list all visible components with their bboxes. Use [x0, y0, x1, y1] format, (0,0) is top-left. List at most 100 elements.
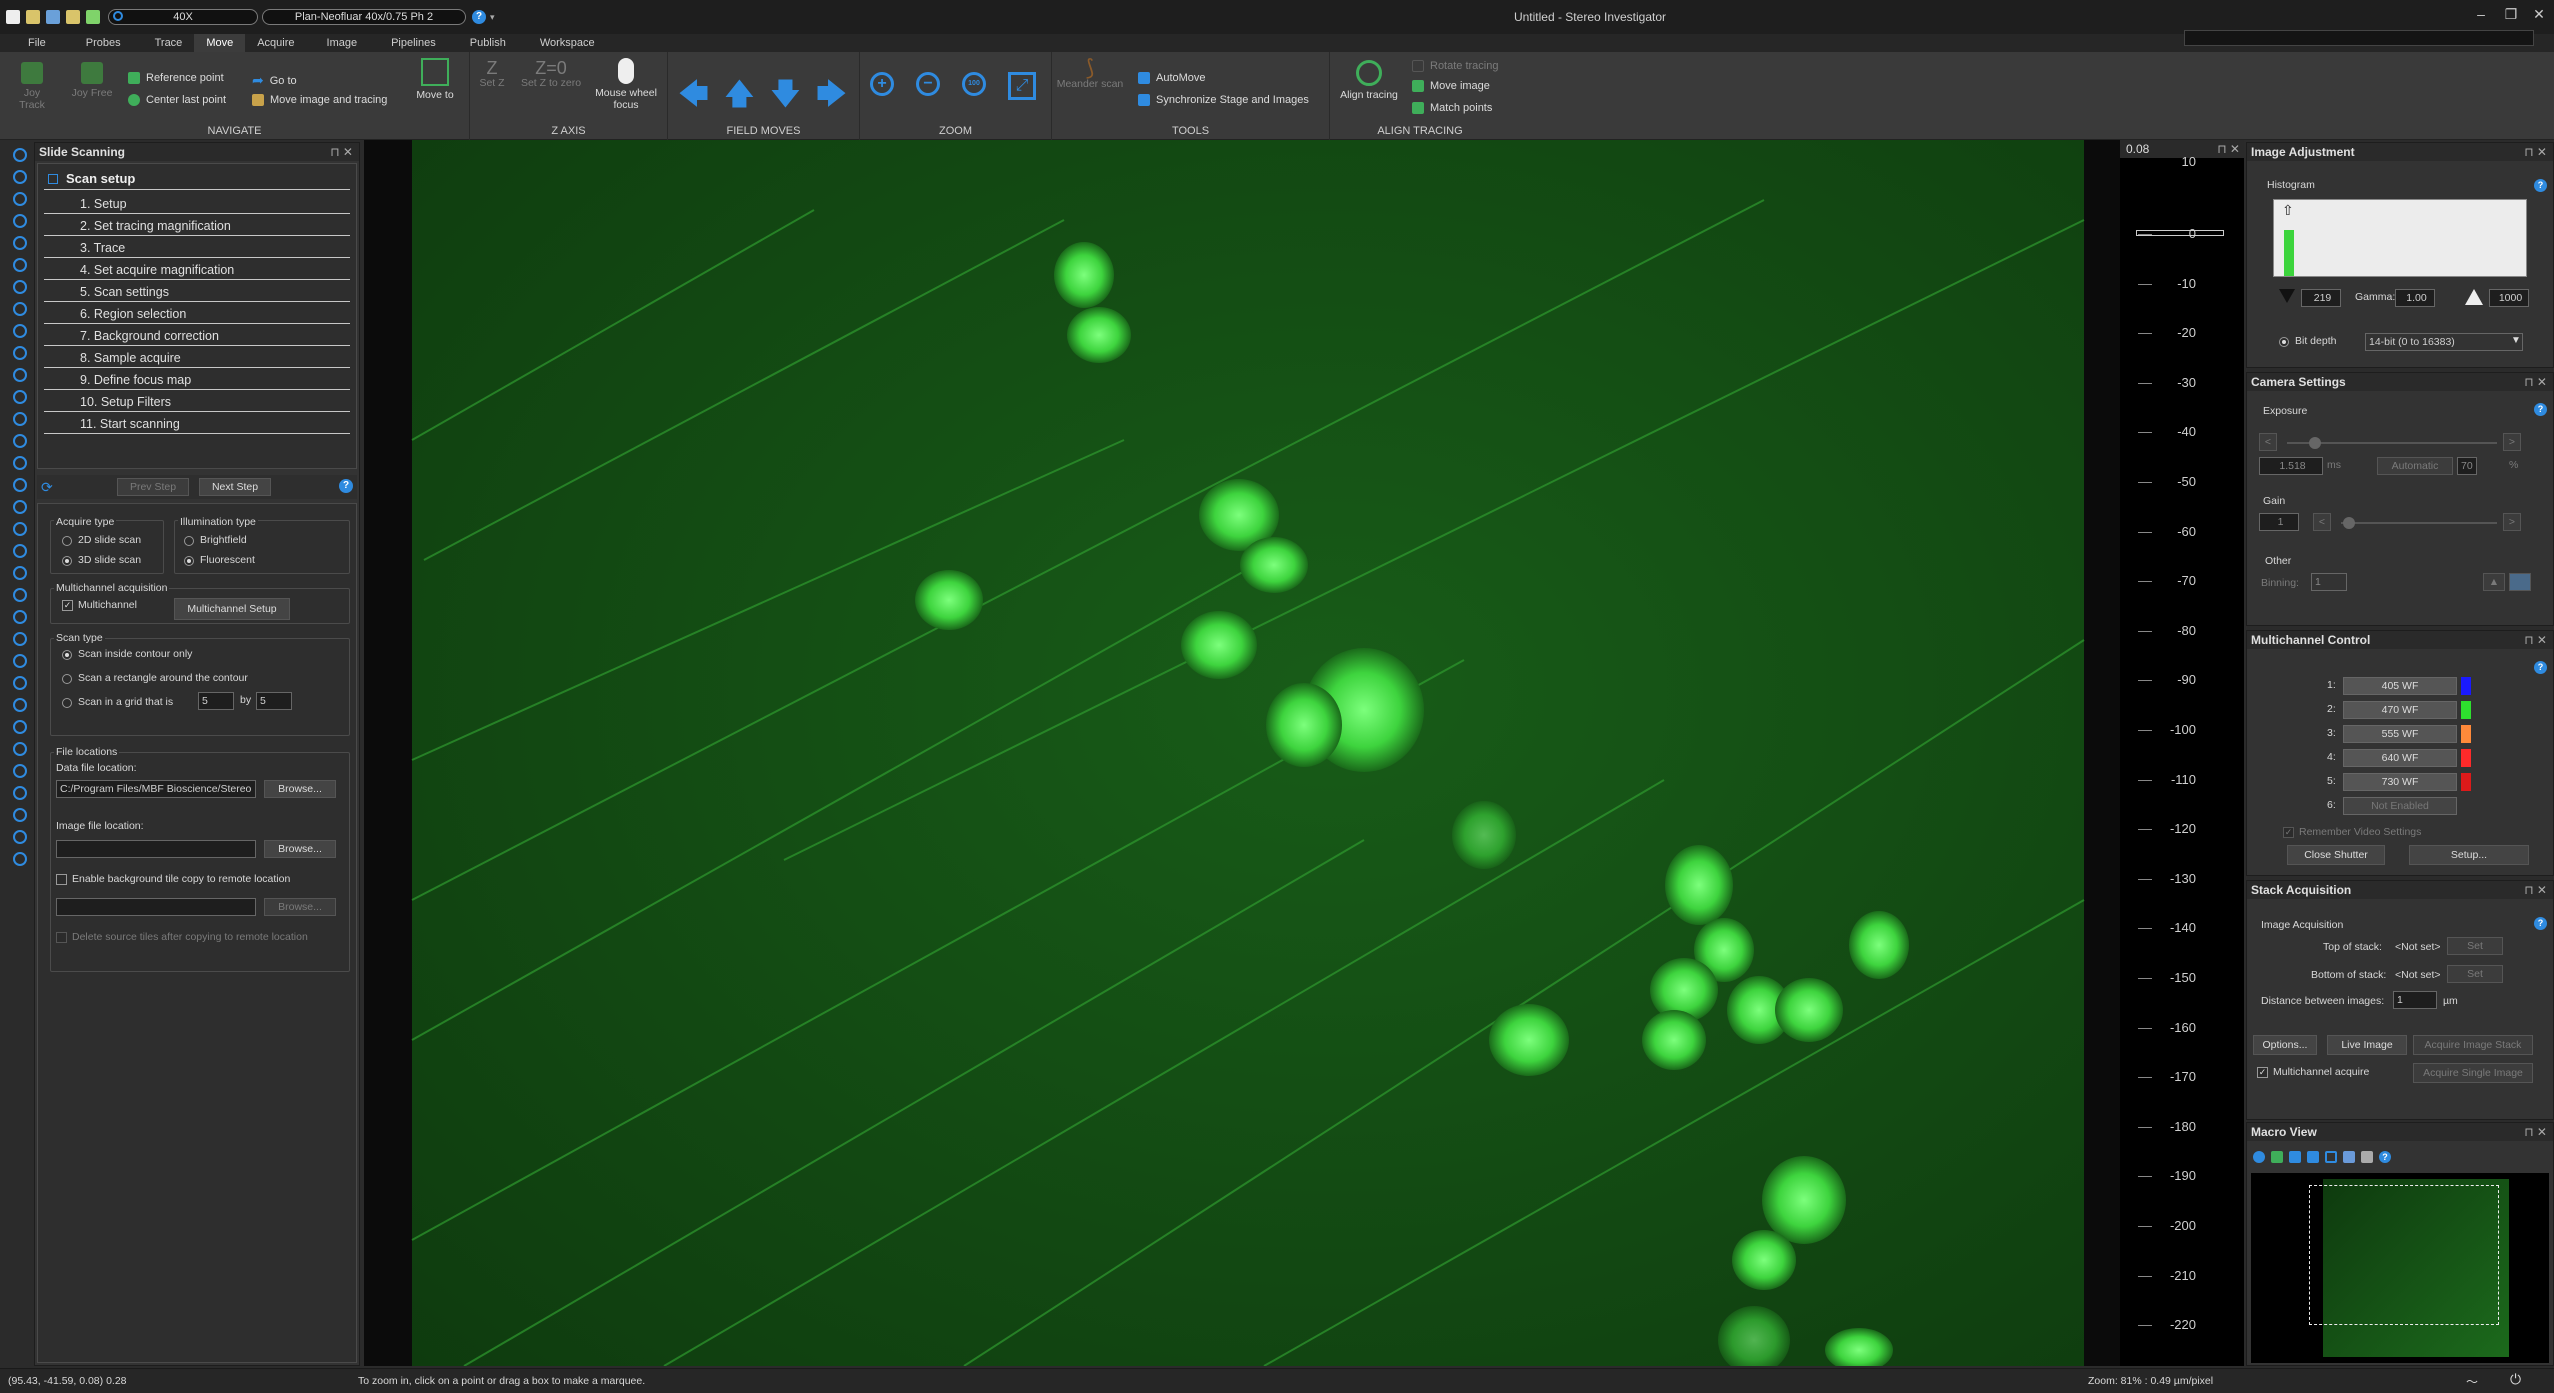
data-file-path-input[interactable]: C:/Program Files/MBF Bioscience/Stereo: [56, 780, 256, 798]
minimize-icon[interactable]: –: [2470, 6, 2492, 24]
data-browse-button[interactable]: Browse...: [264, 780, 336, 798]
scan-inside-radio[interactable]: [62, 650, 72, 660]
tool-number-1-icon[interactable]: [13, 390, 27, 404]
tool-triangle-icon[interactable]: [13, 236, 27, 250]
maximize-icon[interactable]: ❐: [2500, 6, 2522, 24]
tool-number-2-icon[interactable]: [13, 412, 27, 426]
camera-icon[interactable]: [86, 10, 100, 24]
exposure-decrease-button[interactable]: <: [2259, 433, 2277, 451]
tool-snowflake-icon[interactable]: [13, 654, 27, 668]
objective-select[interactable]: 40X: [108, 9, 258, 25]
channel-button[interactable]: 640 WF: [2343, 749, 2457, 767]
multichannel-setup-button[interactable]: Multichannel Setup: [174, 598, 290, 620]
tool-arrow-icon[interactable]: [13, 588, 27, 602]
meander-scan-button[interactable]: ⟆ Meander scan: [1052, 57, 1128, 91]
zoom-100-icon[interactable]: 100: [962, 72, 986, 96]
quick-access-dropdown-icon[interactable]: ▾: [490, 12, 495, 23]
macro-view-canvas[interactable]: [2251, 1173, 2549, 1363]
help-icon[interactable]: ?: [339, 479, 353, 493]
panel-pin-close-icon[interactable]: ⊓ ✕: [2217, 140, 2240, 158]
step-setup-filters[interactable]: 10. Setup Filters: [44, 392, 350, 412]
help-icon[interactable]: ?: [2534, 917, 2547, 930]
step-start-scanning[interactable]: 11. Start scanning: [44, 414, 350, 434]
tool-hexagon-icon[interactable]: [13, 368, 27, 382]
tool-diamond-icon[interactable]: [13, 302, 27, 316]
camera-triangle-button[interactable]: ▲: [2483, 573, 2505, 591]
step-trace[interactable]: 3. Trace: [44, 238, 350, 258]
tool-number-7-icon[interactable]: [13, 522, 27, 536]
menu-trace[interactable]: Trace: [133, 34, 195, 52]
joy-track-button[interactable]: Joy Track: [10, 62, 54, 111]
panel-pin-close-icon[interactable]: ⊓ ✕: [2524, 373, 2547, 391]
center-last-point-button[interactable]: Center last point: [128, 94, 226, 106]
zoom-in-icon[interactable]: +: [870, 72, 894, 96]
joy-free-button[interactable]: Joy Free: [70, 62, 114, 99]
step-background-correction[interactable]: 7. Background correction: [44, 326, 350, 346]
macro-grid-icon[interactable]: [2271, 1151, 2283, 1163]
step-region-selection[interactable]: 6. Region selection: [44, 304, 350, 324]
histogram-plot[interactable]: ⇧: [2273, 199, 2527, 277]
channel-button[interactable]: 405 WF: [2343, 677, 2457, 695]
panel-pin-close-icon[interactable]: ⊓ ✕: [2524, 631, 2547, 649]
tool-arc-icon[interactable]: [13, 830, 27, 844]
acquire-image-stack-button[interactable]: Acquire Image Stack: [2413, 1035, 2533, 1055]
tool-circle-icon[interactable]: [13, 280, 27, 294]
menu-publish[interactable]: Publish: [448, 34, 518, 52]
tool-ring-icon[interactable]: [13, 852, 27, 866]
next-step-button[interactable]: Next Step: [199, 478, 271, 496]
slide-3d-radio[interactable]: [62, 556, 72, 566]
tool-contour-icon[interactable]: [13, 170, 27, 184]
tool-flag-icon[interactable]: [13, 610, 27, 624]
gamma-input[interactable]: 1.00: [2395, 289, 2435, 307]
tool-plus-icon[interactable]: [13, 632, 27, 646]
grid-rows-input[interactable]: 5: [256, 692, 292, 710]
help-icon[interactable]: ?: [2379, 1151, 2391, 1163]
panel-pin-close-icon[interactable]: ⊓ ✕: [330, 143, 353, 161]
menu-file[interactable]: File: [0, 34, 58, 52]
menu-image[interactable]: Image: [307, 34, 370, 52]
tool-scissors-icon[interactable]: [13, 786, 27, 800]
menu-probes[interactable]: Probes: [58, 34, 133, 52]
channel-button[interactable]: 555 WF: [2343, 725, 2457, 743]
step-set-tracing-magnification[interactable]: 2. Set tracing magnification: [44, 216, 350, 236]
channel-button[interactable]: 730 WF: [2343, 773, 2457, 791]
rotate-tracing-button[interactable]: Rotate tracing: [1412, 60, 1498, 72]
open-image-icon[interactable]: [66, 10, 80, 24]
step-setup[interactable]: 1. Setup: [44, 194, 350, 214]
channel-button[interactable]: 470 WF: [2343, 701, 2457, 719]
tool-select-icon[interactable]: [13, 148, 27, 162]
gain-slider-thumb[interactable]: [2343, 517, 2355, 529]
step-sample-acquire[interactable]: 8. Sample acquire: [44, 348, 350, 368]
help-icon[interactable]: ?: [2534, 179, 2547, 192]
macro-camera-icon[interactable]: [2361, 1151, 2373, 1163]
align-tracing-button[interactable]: Align tracing: [1334, 60, 1404, 101]
tool-fork-icon[interactable]: [13, 764, 27, 778]
distance-input[interactable]: 1: [2393, 991, 2437, 1009]
menu-workspace[interactable]: Workspace: [518, 34, 607, 52]
macro-arrow-icon[interactable]: [2289, 1151, 2301, 1163]
tool-club-icon[interactable]: [13, 698, 27, 712]
slide-2d-radio[interactable]: [62, 536, 72, 546]
tool-number-5-icon[interactable]: [13, 478, 27, 492]
bit-depth-radio[interactable]: [2279, 337, 2289, 347]
camera-square-button[interactable]: [2509, 573, 2531, 591]
channel-button[interactable]: Not Enabled: [2343, 797, 2457, 815]
help-icon[interactable]: ?: [2534, 403, 2547, 416]
tool-line-icon[interactable]: [13, 742, 27, 756]
search-input[interactable]: [2184, 30, 2534, 46]
macro-pan-icon[interactable]: [2307, 1151, 2319, 1163]
set-top-button[interactable]: Set: [2447, 937, 2503, 955]
panel-pin-close-icon[interactable]: ⊓ ✕: [2524, 143, 2547, 161]
tool-number-4-icon[interactable]: [13, 456, 27, 470]
focus-position-marker[interactable]: [2136, 230, 2224, 236]
tool-number-6-icon[interactable]: [13, 500, 27, 514]
fluorescent-radio[interactable]: [184, 556, 194, 566]
menu-acquire[interactable]: Acquire: [245, 34, 306, 52]
move-image-tracing-button[interactable]: Move image and tracing: [252, 94, 387, 106]
auto-percent-input[interactable]: 70: [2457, 457, 2477, 475]
options-button[interactable]: Options...: [2253, 1035, 2317, 1055]
move-image-button[interactable]: Move image: [1412, 80, 1490, 92]
tool-number-9-icon[interactable]: [13, 566, 27, 580]
step-define-focus-map[interactable]: 9. Define focus map: [44, 370, 350, 390]
help-icon[interactable]: ?: [472, 10, 486, 24]
